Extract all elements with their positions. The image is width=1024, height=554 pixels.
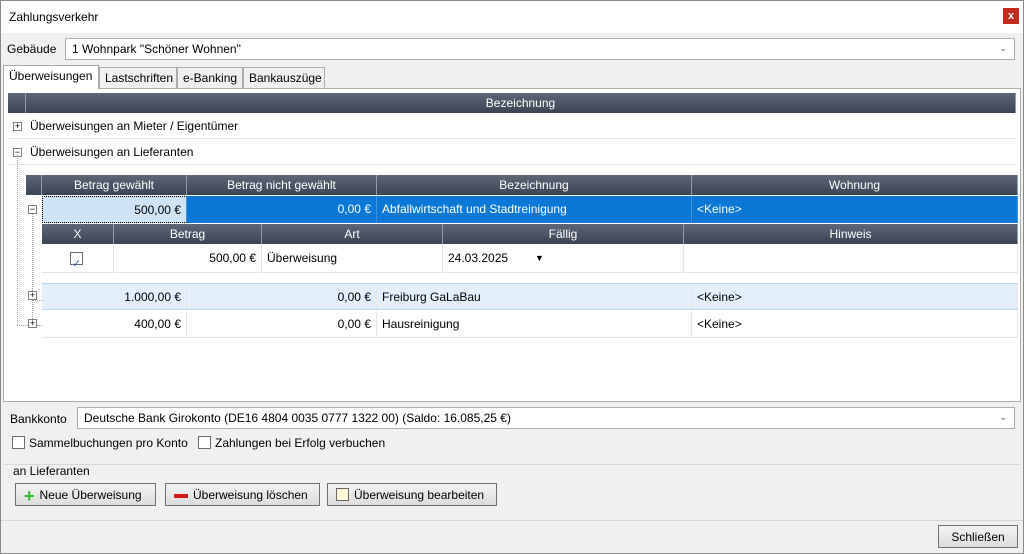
gebaeude-select[interactable]: 1 Wohnpark "Schöner Wohnen" ⌄ <box>65 38 1015 60</box>
selected-checkbox[interactable] <box>70 251 83 273</box>
title-bar: Zahlungsverkehr x <box>1 1 1023 33</box>
tab-ebanking[interactable]: e-Banking <box>177 67 243 88</box>
dropdown-arrow-icon[interactable]: ▼ <box>535 244 544 273</box>
lieferanten-groupbox: an Lieferanten + Neue Überweisung Überwei… <box>3 464 1021 519</box>
detail-header-faellig[interactable]: Fällig <box>443 224 684 244</box>
tab-panel-ueberweisungen: Bezeichnung + Überweisungen an Mieter / … <box>3 88 1021 402</box>
delete-transfer-button[interactable]: Überweisung löschen <box>165 483 320 506</box>
minus-icon <box>174 493 188 498</box>
expand-plus-icon[interactable]: + <box>13 122 22 131</box>
cell-betrag-gewaehlt[interactable]: 500,00 € <box>42 196 187 223</box>
bankkonto-label: Bankkonto <box>10 412 67 426</box>
cell-wohnung[interactable]: <Keine> <box>692 284 1018 309</box>
group-label: Überweisungen an Mieter / Eigentümer <box>30 119 239 133</box>
gebaeude-value: 1 Wohnpark "Schöner Wohnen" <box>72 42 241 56</box>
payment-grid: Bezeichnung + Überweisungen an Mieter / … <box>8 93 1018 399</box>
detail-header-hinweis[interactable]: Hinweis <box>684 224 1018 244</box>
cell-betrag-nicht-gewaehlt[interactable]: 0,00 € <box>187 311 377 337</box>
edit-transfer-button[interactable]: Überweisung bearbeiten <box>327 483 497 506</box>
tree-line <box>32 300 42 301</box>
chevron-down-icon: ⌄ <box>999 412 1007 422</box>
gebaeude-label: Gebäude <box>7 42 57 56</box>
cell-art[interactable]: Überweisung <box>262 244 443 273</box>
expand-plus-icon[interactable]: + <box>28 319 37 328</box>
close-button[interactable]: Schließen <box>938 525 1018 548</box>
cell-betrag-nicht-gewaehlt[interactable]: 0,00 € <box>187 196 377 223</box>
cell-betrag[interactable]: 500,00 € <box>114 244 262 273</box>
table-row[interactable]: 500,00 € 0,00 € Abfallwirtschaft und Sta… <box>42 196 1018 223</box>
cell-bezeichnung[interactable]: Abfallwirtschaft und Stadtreinigung <box>377 196 692 223</box>
table-row[interactable]: 1.000,00 € 0,00 € Freiburg GaLaBau <Kein… <box>42 283 1018 310</box>
erfolg-checkbox[interactable] <box>198 436 211 449</box>
cell-bezeichnung[interactable]: Freiburg GaLaBau <box>377 284 692 309</box>
delete-transfer-label: Überweisung löschen <box>193 488 308 502</box>
tree-line <box>17 155 18 325</box>
detail-header-x[interactable]: X <box>42 224 114 244</box>
expand-plus-icon[interactable]: + <box>28 291 37 300</box>
cell-hinweis[interactable] <box>684 244 1018 273</box>
grid-header-bezeichnung[interactable]: Bezeichnung <box>26 93 1016 113</box>
faellig-value: 24.03.2025 <box>448 251 509 265</box>
col-header-betrag-gewaehlt[interactable]: Betrag gewählt <box>42 175 187 195</box>
group-row-lieferanten[interactable]: − Überweisungen an Lieferanten <box>8 139 1016 165</box>
edit-transfer-label: Überweisung bearbeiten <box>354 488 485 502</box>
cell-betrag-gewaehlt[interactable]: 400,00 € <box>42 311 187 337</box>
cell-check <box>42 244 114 273</box>
col-header-bezeichnung[interactable]: Bezeichnung <box>377 175 692 195</box>
new-transfer-label: Neue Überweisung <box>39 488 142 502</box>
tab-bankauszuege[interactable]: Bankauszüge <box>243 67 325 88</box>
sub-header-spacer <box>26 175 42 195</box>
sammelbuchungen-label[interactable]: Sammelbuchungen pro Konto <box>29 436 188 450</box>
payment-window: Zahlungsverkehr x Gebäude 1 Wohnpark "Sc… <box>0 0 1024 554</box>
chevron-down-icon: ⌄ <box>999 43 1007 53</box>
group-row-mieter[interactable]: + Überweisungen an Mieter / Eigentümer <box>8 113 1016 139</box>
detail-header-art[interactable]: Art <box>262 224 443 244</box>
edit-note-icon <box>336 488 349 502</box>
tab-ueberweisungen[interactable]: Überweisungen <box>3 65 99 89</box>
grid-header-spacer <box>8 93 26 113</box>
erfolg-label[interactable]: Zahlungen bei Erfolg verbuchen <box>215 436 385 450</box>
gebaeude-row: Gebäude 1 Wohnpark "Schöner Wohnen" ⌄ <box>1 37 1023 61</box>
cell-bezeichnung[interactable]: Hausreinigung <box>377 311 692 337</box>
cell-betrag-gewaehlt[interactable]: 1.000,00 € <box>42 284 187 309</box>
close-window-button[interactable]: x <box>1003 8 1019 24</box>
table-row[interactable]: 400,00 € 0,00 € Hausreinigung <Keine> <box>42 311 1018 338</box>
sammelbuchungen-checkbox[interactable] <box>12 436 25 449</box>
bankkonto-value: Deutsche Bank Girokonto (DE16 4804 0035 … <box>84 411 511 425</box>
group-label: Überweisungen an Lieferanten <box>30 145 194 159</box>
dialog-footer: Schließen <box>1 520 1023 553</box>
detail-row: 500,00 € Überweisung 24.03.2025 ▼ <box>42 244 1018 273</box>
col-header-betrag-nicht-gewaehlt[interactable]: Betrag nicht gewählt <box>187 175 377 195</box>
detail-grid: X Betrag Art Fällig Hinweis 500,00 € Übe… <box>42 224 1018 273</box>
tree-line <box>32 205 33 325</box>
plus-icon: + <box>24 485 35 506</box>
cell-betrag-nicht-gewaehlt[interactable]: 0,00 € <box>187 284 377 309</box>
detail-header-betrag[interactable]: Betrag <box>114 224 262 244</box>
cell-faellig[interactable]: 24.03.2025 ▼ <box>443 244 684 273</box>
cell-wohnung[interactable]: <Keine> <box>692 196 1018 223</box>
tab-lastschriften[interactable]: Lastschriften <box>99 67 177 88</box>
cell-wohnung[interactable]: <Keine> <box>692 311 1018 337</box>
collapse-minus-icon[interactable]: − <box>28 205 37 214</box>
groupbox-title: an Lieferanten <box>13 464 90 478</box>
window-title: Zahlungsverkehr <box>9 10 99 24</box>
col-header-wohnung[interactable]: Wohnung <box>692 175 1018 195</box>
bankkonto-select[interactable]: Deutsche Bank Girokonto (DE16 4804 0035 … <box>77 407 1015 429</box>
new-transfer-button[interactable]: + Neue Überweisung <box>15 483 156 506</box>
